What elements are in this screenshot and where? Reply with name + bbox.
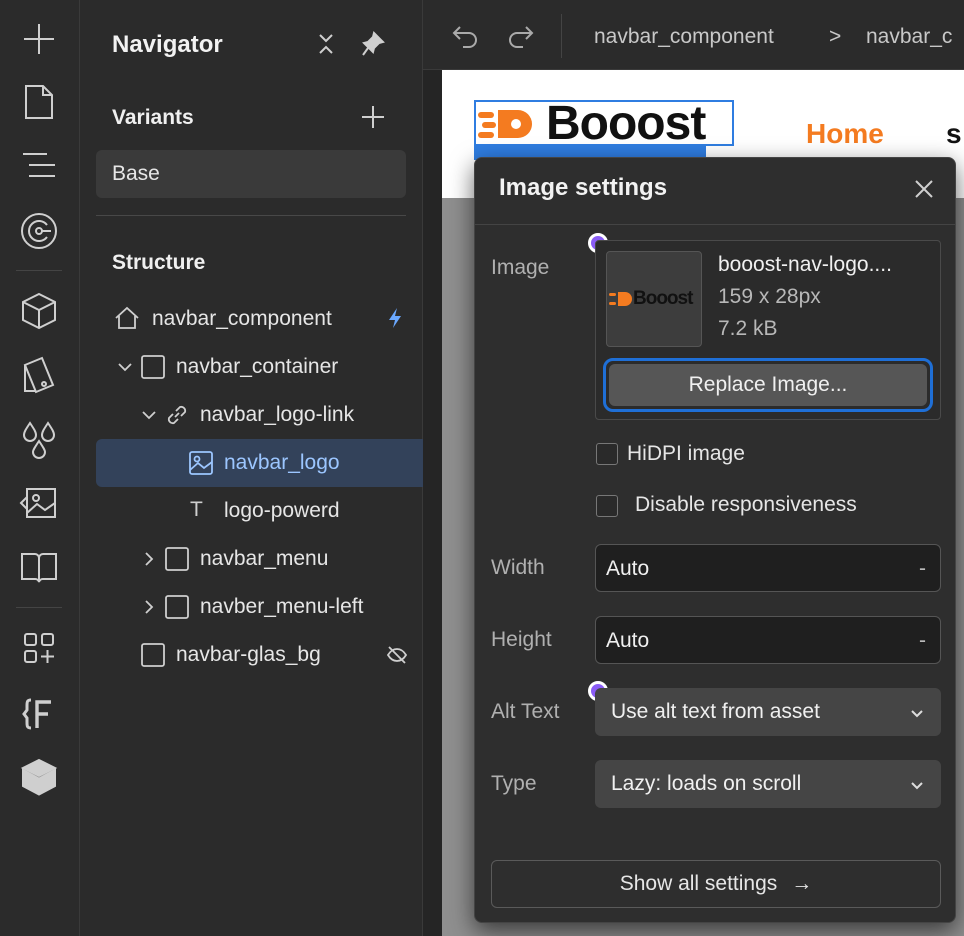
disable-responsive-checkbox[interactable] <box>596 495 618 517</box>
disable-responsive-label: Disable responsiveness <box>635 493 857 516</box>
height-field[interactable]: Auto - <box>595 616 941 664</box>
styles-icon[interactable] <box>17 353 61 397</box>
navigator-title: Navigator <box>112 31 223 58</box>
arrow-right-icon: → <box>791 872 813 895</box>
box-element-icon <box>140 354 166 380</box>
tree-item-label: navbar_menu <box>200 547 329 570</box>
variables-icon[interactable] <box>17 692 61 736</box>
components-icon[interactable] <box>17 209 61 253</box>
assets-cube-icon[interactable] <box>17 289 61 333</box>
height-value: Auto <box>606 629 650 652</box>
add-icon[interactable] <box>17 17 61 61</box>
width-field[interactable]: Auto - <box>595 544 941 592</box>
replace-image-button[interactable]: Replace Image... <box>603 358 933 412</box>
add-variant-icon[interactable] <box>360 104 386 130</box>
tree-item-label: navbar_container <box>176 355 339 378</box>
tree-item-label: navbar-glas_bg <box>176 643 321 666</box>
tree-item-navbar-glas-bg[interactable]: navbar-glas_bg <box>96 631 423 679</box>
link-icon <box>164 402 190 428</box>
redo-icon[interactable] <box>507 22 535 50</box>
alt-text-value: Use alt text from asset <box>611 700 820 723</box>
loading-type-select[interactable]: Lazy: loads on scroll <box>595 760 941 808</box>
tree-item-navber-menu-left[interactable]: navber_menu-left <box>96 583 423 631</box>
replace-image-label: Replace Image... <box>609 364 927 406</box>
alt-text-label: Alt Text <box>491 700 560 723</box>
structure-heading: Structure <box>112 251 206 274</box>
home-icon <box>114 305 140 331</box>
close-icon[interactable] <box>913 178 935 200</box>
alt-text-select[interactable]: Use alt text from asset <box>595 688 941 736</box>
tree-item-navbar-logo[interactable]: navbar_logo <box>96 439 423 487</box>
book-icon[interactable] <box>17 545 61 589</box>
image-thumbnail[interactable]: Booost <box>606 251 702 347</box>
height-label: Height <box>491 628 552 651</box>
tree-item-label: navbar_logo-link <box>200 403 355 426</box>
navigator-icon[interactable] <box>17 143 61 187</box>
tree-item-label: logo-powerd <box>224 499 340 522</box>
box-element-icon <box>140 642 166 668</box>
divider <box>96 215 406 216</box>
image-icon <box>188 450 214 476</box>
hidpi-checkbox[interactable] <box>596 443 618 465</box>
show-all-settings-button[interactable]: Show all settings → <box>491 860 941 908</box>
preview-home-link: Home <box>806 118 884 149</box>
variants-heading: Variants <box>112 106 194 129</box>
width-label: Width <box>491 556 545 579</box>
navigator-panel: Navigator Variants Base Structure navbar… <box>80 0 423 936</box>
chevron-down-icon[interactable] <box>140 406 158 424</box>
width-value: Auto <box>606 557 650 580</box>
text-icon: T <box>190 498 203 521</box>
tree-item-logo-powerd[interactable]: T logo-powerd <box>96 487 423 535</box>
tree-item-label: navbar_component <box>152 307 332 330</box>
box-icon[interactable] <box>17 755 61 799</box>
selection-outline <box>474 100 734 146</box>
image-settings-popup: Image settings Image Booost booost-nav-l… <box>474 157 956 923</box>
chevron-down-icon <box>909 776 925 792</box>
apps-icon[interactable] <box>17 626 61 670</box>
breadcrumb-item[interactable]: navbar_component <box>594 25 774 49</box>
undo-icon[interactable] <box>451 22 479 50</box>
file-name: booost-nav-logo.... <box>718 253 892 276</box>
tree-item-label: navbar_logo <box>224 451 340 474</box>
chevron-down-icon[interactable] <box>116 358 134 376</box>
box-element-icon <box>164 594 190 620</box>
show-all-settings-label: Show all settings <box>619 872 778 895</box>
booost-logo-mark <box>609 291 633 307</box>
breadcrumb-separator: > <box>829 25 842 48</box>
preview-nav-link: s <box>946 118 962 149</box>
canvas-toolbar: navbar_component > navbar_c <box>423 0 964 70</box>
file-size: 7.2 kB <box>718 317 778 340</box>
tree-item-navbar-menu[interactable]: navbar_menu <box>96 535 423 583</box>
image-dimensions: 159 x 28px <box>718 285 821 308</box>
chevron-down-icon <box>909 704 925 720</box>
image-assets-icon[interactable] <box>17 481 61 525</box>
type-label: Type <box>491 772 537 795</box>
thumbnail-logo-text: Booost <box>633 288 693 309</box>
variant-base[interactable]: Base <box>96 150 406 198</box>
collapse-icon[interactable] <box>314 32 338 56</box>
image-label: Image <box>491 256 550 279</box>
tree-item-navbar-container[interactable]: navbar_container <box>96 343 423 391</box>
height-unit[interactable]: - <box>919 629 926 653</box>
lightning-icon <box>386 307 404 329</box>
hidpi-label: HiDPI image <box>627 442 745 465</box>
tree-item-navbar-logo-link[interactable]: navbar_logo-link <box>96 391 423 439</box>
tool-rail <box>0 0 80 936</box>
loading-type-value: Lazy: loads on scroll <box>611 772 802 795</box>
color-drops-icon[interactable] <box>17 417 61 461</box>
popup-title: Image settings <box>499 174 668 201</box>
page-icon[interactable] <box>17 80 61 124</box>
chevron-right-icon[interactable] <box>140 598 158 616</box>
breadcrumb-item[interactable]: navbar_c <box>866 25 952 49</box>
eye-hidden-icon[interactable] <box>386 644 408 666</box>
tree-item-navbar-component[interactable]: navbar_component <box>96 295 423 343</box>
pin-icon[interactable] <box>360 30 386 58</box>
box-element-icon <box>164 546 190 572</box>
tree-item-label: navber_menu-left <box>200 595 364 618</box>
chevron-right-icon[interactable] <box>140 550 158 568</box>
width-unit[interactable]: - <box>919 557 926 581</box>
